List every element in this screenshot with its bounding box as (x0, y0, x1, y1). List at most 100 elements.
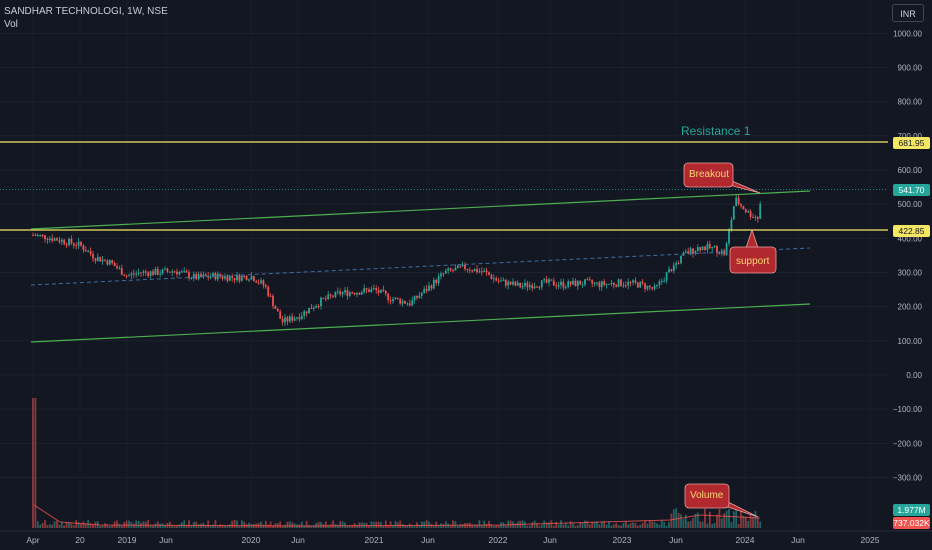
volume-bar (243, 521, 246, 528)
volume-bar (260, 521, 262, 528)
candle-body (315, 306, 318, 308)
candle-body (130, 273, 133, 276)
volume-bar (80, 523, 82, 528)
candle-body (365, 288, 368, 290)
candle-body (291, 316, 294, 321)
candle-body (240, 275, 243, 281)
candle-body (356, 292, 358, 295)
candle-body (504, 279, 507, 286)
candle-body (123, 274, 126, 277)
time-axis-label: 2024 (736, 535, 755, 545)
time-axis[interactable]: Apr 20 2019 Jun 2020 Jun 2021 Jun 2022 Jun 2023 Jun… (26, 535, 879, 545)
candle-body (452, 270, 454, 272)
candle-body (260, 280, 262, 283)
candle-body (552, 280, 555, 286)
volume-bar (51, 524, 54, 528)
volume-bar (665, 525, 668, 528)
candle-body (324, 298, 327, 300)
price-axis-label: 1000.00 (893, 29, 922, 38)
candle-body (99, 256, 102, 262)
candle-body (336, 291, 339, 293)
volume-bar (569, 521, 572, 528)
candle-body (406, 303, 409, 305)
candle-body (303, 311, 306, 316)
candle-body (243, 275, 246, 277)
volume-bar (44, 520, 46, 528)
candle-body (389, 300, 392, 302)
candle-body (32, 234, 34, 236)
volume-bar (72, 525, 75, 528)
volume-bar (456, 525, 459, 528)
candle-body (444, 270, 447, 274)
candle-body (370, 288, 373, 293)
volume-bar (279, 521, 282, 528)
volume-bar (588, 524, 591, 528)
volume-bar (615, 522, 618, 528)
candle-body (680, 255, 682, 264)
volume-bar (39, 524, 42, 528)
volume-bar (735, 508, 738, 528)
volume-bar (723, 513, 726, 528)
volume-bar (128, 520, 130, 528)
candle-body (281, 318, 284, 323)
candle-body (600, 281, 603, 288)
volume-bar (60, 522, 63, 528)
volume-bar (634, 522, 637, 528)
candle-body (101, 259, 104, 262)
candle-body (591, 280, 594, 284)
candle-body (404, 300, 406, 304)
time-axis-label: Jun (291, 535, 305, 545)
volume-bar (320, 522, 322, 528)
candle-body (348, 292, 351, 296)
candle-body (528, 285, 531, 288)
resistance-label: Resistance 1 (681, 124, 751, 138)
volume-bar (747, 520, 750, 528)
candle-body (598, 282, 601, 288)
support-callout-pointer (745, 228, 759, 249)
candle-body (562, 281, 565, 288)
candle-body (152, 271, 154, 275)
candle-body (178, 272, 181, 275)
volume-bar (636, 525, 639, 528)
support-price-tag: 422.85 (893, 225, 930, 237)
volume-bar (152, 525, 154, 528)
price-chart[interactable]: 1000.00900.00800.00700.00600.00500.00400… (0, 0, 932, 550)
volume-bar (584, 520, 586, 528)
candle-body (476, 268, 478, 273)
volume-bar (425, 520, 428, 528)
candle-body (732, 206, 735, 220)
candle-body (132, 273, 135, 275)
candle-body (447, 268, 450, 271)
candle-body (677, 263, 680, 265)
volume-bar (135, 520, 138, 528)
volume-bar (581, 522, 584, 528)
volume-bar (759, 521, 762, 528)
candle-body (564, 287, 567, 289)
volume-bar (56, 520, 58, 528)
symbol-title[interactable]: SANDHAR TECHNOLOGI, 1W, NSE (4, 5, 168, 18)
candle-body (442, 273, 445, 275)
candle-body (392, 299, 394, 302)
candle-body (653, 285, 656, 289)
price-axis[interactable]: 1000.00900.00800.00700.00600.00500.00400… (893, 29, 923, 482)
candle-body (624, 285, 627, 287)
candle-body (344, 290, 346, 293)
candle-body (353, 293, 356, 295)
volume-bar (461, 524, 464, 528)
volume-bar (699, 521, 702, 528)
volume-bar (646, 523, 649, 528)
candle-body (255, 281, 258, 283)
volume-bar (370, 521, 373, 528)
candle-body (190, 278, 193, 280)
candle-body (245, 275, 248, 281)
volume-bar (226, 525, 229, 528)
currency-button[interactable]: INR (892, 4, 924, 22)
volume-bar (687, 521, 690, 528)
candle-body (63, 239, 66, 244)
candle-body (497, 280, 500, 282)
time-axis-label: 2023 (613, 535, 632, 545)
candle-body (156, 269, 159, 275)
candle-body (634, 280, 637, 283)
candle-body (740, 204, 742, 206)
volume-bar (704, 508, 706, 528)
